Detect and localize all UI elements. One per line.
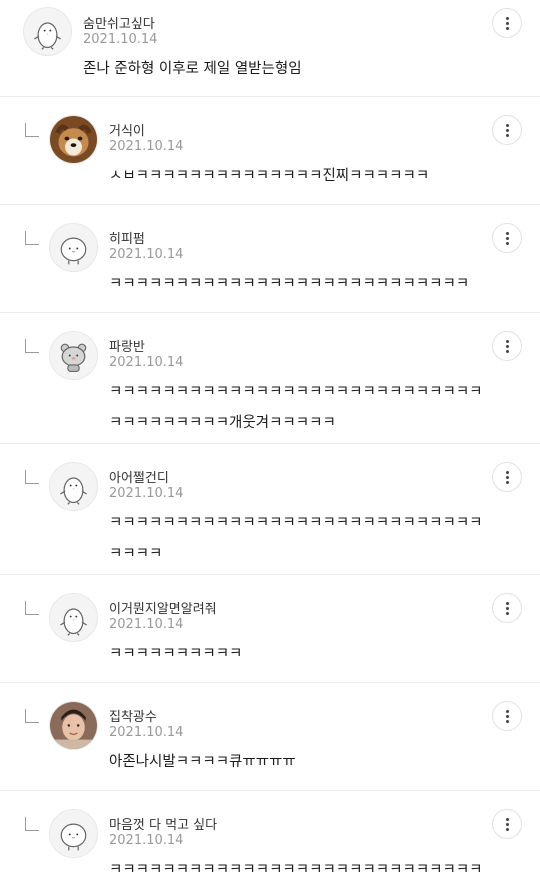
comment-date: 2021.10.14 bbox=[83, 32, 158, 47]
more-options-button[interactable] bbox=[492, 115, 522, 145]
comment-text: ㅋㅋㅋㅋㅋㅋㅋㅋㅋㅋ bbox=[109, 639, 242, 670]
comment-date: 2021.10.14 bbox=[109, 725, 184, 740]
blob-avatar-icon bbox=[60, 237, 87, 265]
more-options-button[interactable] bbox=[492, 809, 522, 839]
comment-text-line: ㅋㅋㅋㅋㅋㅋㅋㅋㅋ개웃겨ㅋㅋㅋㅋㅋ bbox=[109, 415, 336, 431]
comment-date: 2021.10.14 bbox=[109, 139, 184, 154]
comment-author[interactable]: 아어쩔건디 bbox=[109, 467, 169, 486]
comment-author[interactable]: 히피펌 bbox=[109, 228, 145, 247]
comment-author[interactable]: 마음껏 다 먹고 싶다 bbox=[109, 814, 217, 833]
reply-item: 집착광수 2021.10.14 아존나시발ㅋㅋㅋㅋ큐ㅠㅠㅠㅠ bbox=[0, 683, 540, 791]
avatar[interactable] bbox=[49, 331, 98, 380]
comment-text: ㅋㅋㅋㅋㅋㅋㅋㅋㅋㅋㅋㅋㅋㅋㅋㅋㅋㅋㅋㅋㅋㅋㅋㅋㅋㅋㅋㅋ bbox=[109, 855, 483, 886]
avatar[interactable] bbox=[49, 223, 98, 272]
comment-text-line: ㅋㅋㅋㅋㅋㅋㅋㅋㅋㅋㅋㅋㅋㅋㅋㅋㅋㅋㅋㅋㅋㅋㅋㅋㅋㅋㅋㅋ bbox=[109, 515, 483, 531]
comment-text: 존나 준하형 이후로 제일 열받는형임 bbox=[83, 54, 302, 85]
avatar[interactable] bbox=[49, 701, 98, 750]
comment-author[interactable]: 거식이 bbox=[109, 120, 145, 139]
comment-text-line: ㅋㅋㅋㅋㅋㅋㅋㅋㅋㅋㅋㅋㅋㅋㅋㅋㅋㅋㅋㅋㅋㅋㅋㅋㅋㅋㅋㅋ bbox=[109, 862, 483, 878]
avatar[interactable] bbox=[23, 7, 72, 56]
comment-text-line: 존나 준하형 이후로 제일 열받는형임 bbox=[83, 61, 302, 77]
comment-date: 2021.10.14 bbox=[109, 355, 184, 370]
comment-author[interactable]: 이거뭔지알면알려줘 bbox=[109, 598, 217, 617]
person-photo-avatar-icon bbox=[50, 702, 97, 749]
comment-text-line: ㅋㅋㅋㅋ bbox=[109, 546, 163, 562]
comment-text: 아존나시발ㅋㅋㅋㅋ큐ㅠㅠㅠㅠ bbox=[109, 747, 296, 778]
comment-date: 2021.10.14 bbox=[109, 486, 184, 501]
more-options-button[interactable] bbox=[492, 331, 522, 361]
reply-item: 마음껏 다 먹고 싶다 2021.10.14 ㅋㅋㅋㅋㅋㅋㅋㅋㅋㅋㅋㅋㅋㅋㅋㅋㅋ… bbox=[0, 791, 540, 891]
more-options-button[interactable] bbox=[492, 223, 522, 253]
comment-author[interactable]: 집착광수 bbox=[109, 706, 157, 725]
comment-date: 2021.10.14 bbox=[109, 247, 184, 262]
more-options-button[interactable] bbox=[492, 8, 522, 38]
avatar[interactable] bbox=[49, 462, 98, 511]
blob-avatar-icon bbox=[60, 823, 87, 851]
more-options-button[interactable] bbox=[492, 701, 522, 731]
comment-author[interactable]: 숨만쉬고싶다 bbox=[83, 13, 155, 32]
comment-date: 2021.10.14 bbox=[109, 833, 184, 848]
comment-item: 숨만쉬고싶다 2021.10.14 존나 준하형 이후로 제일 열받는형임 bbox=[0, 0, 540, 97]
comment-author[interactable]: 파랑반 bbox=[109, 336, 145, 355]
penguin-avatar-icon bbox=[60, 477, 87, 505]
comment-text: ㅋㅋㅋㅋㅋㅋㅋㅋㅋㅋㅋㅋㅋㅋㅋㅋㅋㅋㅋㅋㅋㅋㅋㅋㅋㅋㅋ bbox=[109, 269, 469, 300]
comment-text-line: 아존나시발ㅋㅋㅋㅋ큐ㅠㅠㅠㅠ bbox=[109, 754, 296, 770]
avatar[interactable] bbox=[49, 809, 98, 858]
comment-text: ㅅㅂㅋㅋㅋㅋㅋㅋㅋㅋㅋㅋㅋㅋㅋㅋ진찌ㅋㅋㅋㅋㅋㅋ bbox=[109, 161, 429, 192]
reply-arrow-icon bbox=[25, 817, 39, 831]
reply-arrow-icon bbox=[25, 709, 39, 723]
penguin-avatar-icon bbox=[34, 22, 61, 50]
reply-item: 이거뭔지알면알려줘 2021.10.14 ㅋㅋㅋㅋㅋㅋㅋㅋㅋㅋ bbox=[0, 575, 540, 683]
reply-item: 파랑반 2021.10.14 ㅋㅋㅋㅋㅋㅋㅋㅋㅋㅋㅋㅋㅋㅋㅋㅋㅋㅋㅋㅋㅋㅋㅋㅋㅋ… bbox=[0, 313, 540, 444]
more-options-button[interactable] bbox=[492, 462, 522, 492]
comment-text-line: ㅋㅋㅋㅋㅋㅋㅋㅋㅋㅋㅋㅋㅋㅋㅋㅋㅋㅋㅋㅋㅋㅋㅋㅋㅋㅋㅋㅋ bbox=[109, 384, 483, 400]
comment-text: ㅋㅋㅋㅋㅋㅋㅋㅋㅋㅋㅋㅋㅋㅋㅋㅋㅋㅋㅋㅋㅋㅋㅋㅋㅋㅋㅋㅋ ㅋㅋㅋㅋ bbox=[109, 508, 483, 570]
reply-arrow-icon bbox=[25, 601, 39, 615]
comment-date: 2021.10.14 bbox=[109, 617, 184, 632]
bear-avatar-icon bbox=[60, 343, 87, 373]
avatar[interactable] bbox=[49, 593, 98, 642]
reply-arrow-icon bbox=[25, 231, 39, 245]
avatar[interactable] bbox=[49, 115, 98, 164]
reply-arrow-icon bbox=[25, 470, 39, 484]
reply-arrow-icon bbox=[25, 123, 39, 137]
reply-item: 히피펌 2021.10.14 ㅋㅋㅋㅋㅋㅋㅋㅋㅋㅋㅋㅋㅋㅋㅋㅋㅋㅋㅋㅋㅋㅋㅋㅋㅋ… bbox=[0, 205, 540, 313]
more-options-button[interactable] bbox=[492, 593, 522, 623]
reply-arrow-icon bbox=[25, 339, 39, 353]
comment-text: ㅋㅋㅋㅋㅋㅋㅋㅋㅋㅋㅋㅋㅋㅋㅋㅋㅋㅋㅋㅋㅋㅋㅋㅋㅋㅋㅋㅋ ㅋㅋㅋㅋㅋㅋㅋㅋㅋ개웃… bbox=[109, 377, 483, 439]
comment-text-line: ㅅㅂㅋㅋㅋㅋㅋㅋㅋㅋㅋㅋㅋㅋㅋㅋ진찌ㅋㅋㅋㅋㅋㅋ bbox=[109, 168, 430, 184]
reply-item: 아어쩔건디 2021.10.14 ㅋㅋㅋㅋㅋㅋㅋㅋㅋㅋㅋㅋㅋㅋㅋㅋㅋㅋㅋㅋㅋㅋㅋ… bbox=[0, 444, 540, 575]
penguin-avatar-icon bbox=[60, 608, 87, 636]
puppy-photo-avatar-icon bbox=[50, 116, 97, 163]
comment-text-line: ㅋㅋㅋㅋㅋㅋㅋㅋㅋㅋ bbox=[109, 646, 243, 662]
reply-item: 거식이 2021.10.14 ㅅㅂㅋㅋㅋㅋㅋㅋㅋㅋㅋㅋㅋㅋㅋㅋ진찌ㅋㅋㅋㅋㅋㅋ bbox=[0, 97, 540, 205]
comment-text-line: ㅋㅋㅋㅋㅋㅋㅋㅋㅋㅋㅋㅋㅋㅋㅋㅋㅋㅋㅋㅋㅋㅋㅋㅋㅋㅋㅋ bbox=[109, 276, 470, 292]
